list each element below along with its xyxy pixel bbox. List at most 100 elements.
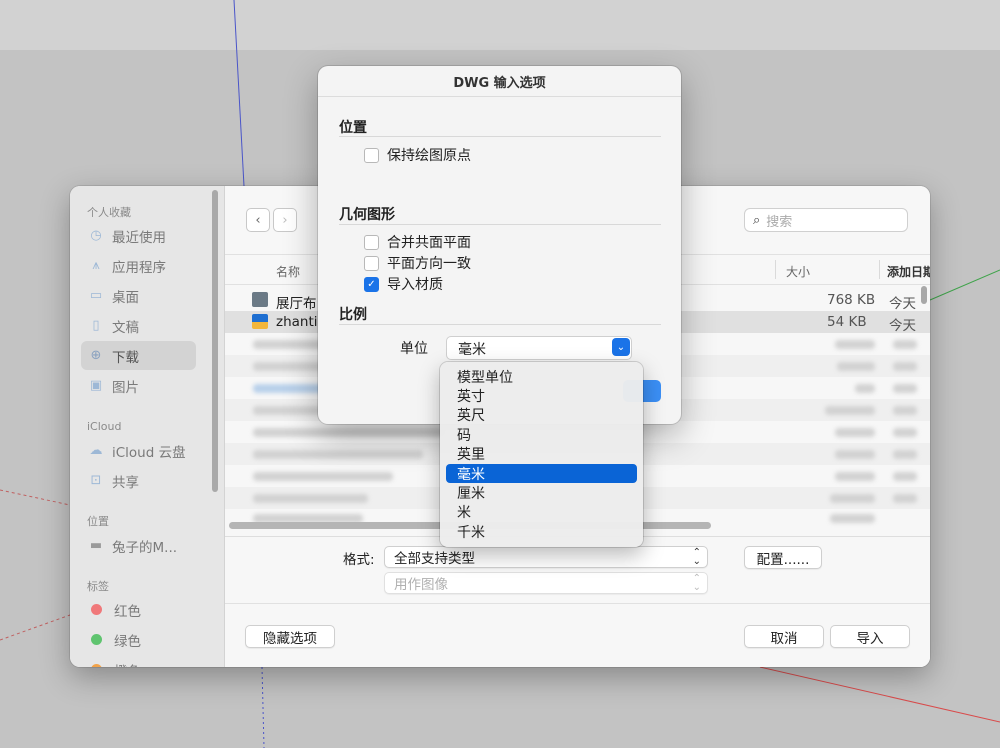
column-divider[interactable] <box>775 260 776 279</box>
updown-chevron-icon: ⌃ ⌄ <box>692 573 701 593</box>
file-date: 今天 <box>889 318 916 334</box>
sidebar-section-favorites: 个人收藏 <box>87 206 131 219</box>
sidebar-item-label: 橙色 <box>114 660 141 668</box>
sidebar-item-computer[interactable]: ▬ 兔子的M... <box>81 531 196 560</box>
menu-item-kilometers[interactable]: 千米 <box>446 522 637 541</box>
menu-item-model-units[interactable]: 模型单位 <box>446 367 637 386</box>
hide-options-button[interactable]: 隐藏选项 <box>245 625 335 648</box>
unit-label: 单位 <box>400 341 428 357</box>
sidebar-item-applications[interactable]: ⩚ 应用程序 <box>81 251 196 280</box>
sidebar-item-label: 文稿 <box>112 319 139 336</box>
desktop-icon: ▭ <box>89 288 103 303</box>
menu-item-meters[interactable]: 米 <box>446 502 637 521</box>
menu-item-centimeters[interactable]: 厘米 <box>446 483 637 502</box>
sidebar-item-label: 桌面 <box>112 289 139 306</box>
file-size: 768 KB <box>827 292 876 308</box>
menu-item-miles[interactable]: 英里 <box>446 444 637 463</box>
column-divider[interactable] <box>879 260 880 279</box>
format-value: 全部支持类型 <box>394 551 475 567</box>
checkbox-label: 合并共面平面 <box>387 235 471 251</box>
image-file-icon <box>252 292 268 307</box>
sidebar-item-label: 最近使用 <box>112 229 166 246</box>
sidebar-item-label: 图片 <box>112 379 139 396</box>
menu-item-inches[interactable]: 英寸 <box>446 386 637 405</box>
checkbox-label: 导入材质 <box>387 277 443 293</box>
back-button[interactable]: ‹ <box>246 208 270 232</box>
sidebar-item-tag-orange[interactable]: 橙色 <box>81 655 196 667</box>
sidebar-item-label: 下载 <box>112 349 139 366</box>
search-input[interactable]: ⌕ 搜索 <box>744 208 908 232</box>
sidebar-item-tag-green[interactable]: 绿色 <box>81 625 196 654</box>
file-size: 54 KB <box>827 314 867 330</box>
divider <box>318 96 681 97</box>
configure-button[interactable]: 配置...... <box>744 546 822 569</box>
checkbox-box[interactable] <box>364 147 379 163</box>
unit-select[interactable]: 毫米 ⌄ <box>446 336 632 360</box>
shared-folder-icon: ⊡ <box>90 473 102 488</box>
updown-chevron-icon: ⌃ ⌄ <box>692 547 701 567</box>
tag-color-dot <box>91 604 102 615</box>
column-size[interactable]: 大小 <box>786 263 810 280</box>
clock-icon: ◷ <box>90 228 102 243</box>
group-title-position: 位置 <box>339 120 367 136</box>
sidebar-item-label: 共享 <box>112 474 139 491</box>
group-title-scale: 比例 <box>339 307 367 323</box>
sidebar-item-recents[interactable]: ◷ 最近使用 <box>81 221 196 250</box>
tag-color-dot <box>91 664 102 667</box>
search-icon: ⌕ <box>753 212 761 228</box>
sidebar-scrollbar[interactable] <box>212 190 218 492</box>
column-date-added[interactable]: 添加日期 <box>887 263 930 280</box>
search-placeholder: 搜索 <box>766 214 793 230</box>
photo-icon: ▣ <box>89 378 103 393</box>
sidebar-item-icloud-drive[interactable]: ☁ iCloud 云盘 <box>81 436 196 465</box>
format-select[interactable]: 全部支持类型 ⌃ ⌄ <box>384 546 708 568</box>
sidebar-item-desktop[interactable]: ▭ 桌面 <box>81 281 196 310</box>
sidebar-item-documents[interactable]: ▯ 文稿 <box>81 311 196 340</box>
dwg-file-icon <box>252 314 268 329</box>
column-name[interactable]: 名称 <box>276 263 300 280</box>
file-name: 展厅布 <box>276 296 317 312</box>
checkbox-label: 平面方向一致 <box>387 256 471 272</box>
sidebar-item-shared[interactable]: ⊡ 共享 <box>81 466 196 495</box>
sidebar-item-label: 兔子的M... <box>112 539 178 556</box>
chevron-down-icon: ⌄ <box>612 338 630 356</box>
unit-value: 毫米 <box>458 342 486 358</box>
accessory-area: 格式: 全部支持类型 ⌃ ⌄ 配置...... 用作图像 ⌃ ⌄ 隐藏选项 取消 导… <box>225 536 930 667</box>
sidebar-item-label: 应用程序 <box>112 259 166 276</box>
checkbox-label: 保持绘图原点 <box>387 148 471 164</box>
sidebar-item-label: iCloud 云盘 <box>112 444 186 461</box>
group-title-geometry: 几何图形 <box>339 207 395 223</box>
merge-coplanar-checkbox[interactable]: 合并共面平面 <box>364 232 471 252</box>
orient-faces-checkbox[interactable]: 平面方向一致 <box>364 253 471 273</box>
download-icon: ⊕ <box>90 348 102 363</box>
divider <box>339 224 661 225</box>
divider <box>339 324 661 325</box>
checkbox-box[interactable] <box>364 234 379 250</box>
sidebar-section-tags: 标签 <box>87 580 109 593</box>
checkmark-icon[interactable]: ✓ <box>364 276 379 292</box>
divider <box>339 136 661 137</box>
tag-color-dot <box>91 634 102 645</box>
unit-dropdown-menu: 模型单位 英寸 英尺 码 英里 毫米 厘米 米 千米 <box>440 362 643 547</box>
format-label: 格式: <box>343 552 375 568</box>
sidebar-section-icloud: iCloud <box>87 420 122 433</box>
file-date: 今天 <box>889 296 916 312</box>
vertical-scrollbar[interactable] <box>921 286 927 304</box>
sidebar-item-tag-red[interactable]: 红色 <box>81 595 196 624</box>
document-icon: ▯ <box>92 318 100 333</box>
menu-item-millimeters[interactable]: 毫米 <box>446 464 637 483</box>
menu-item-yards[interactable]: 码 <box>446 425 637 444</box>
laptop-icon: ▬ <box>89 538 103 553</box>
sidebar-item-downloads[interactable]: ⊕ 下载 <box>81 341 196 370</box>
forward-button[interactable]: › <box>273 208 297 232</box>
sidebar-section-locations: 位置 <box>87 515 109 528</box>
sidebar-item-pictures[interactable]: ▣ 图片 <box>81 371 196 400</box>
cancel-button[interactable]: 取消 <box>744 625 824 648</box>
import-materials-checkbox[interactable]: ✓ 导入材质 <box>364 274 443 294</box>
menu-item-feet[interactable]: 英尺 <box>446 405 637 424</box>
use-as-image-select[interactable]: 用作图像 ⌃ ⌄ <box>384 572 708 594</box>
sidebar: 个人收藏 ◷ 最近使用 ⩚ 应用程序 ▭ 桌面 ▯ 文稿 ⊕ 下载 ▣ 图片 i… <box>70 186 225 667</box>
keep-origin-checkbox[interactable]: 保持绘图原点 <box>364 145 471 165</box>
import-button[interactable]: 导入 <box>830 625 910 648</box>
checkbox-box[interactable] <box>364 255 379 271</box>
